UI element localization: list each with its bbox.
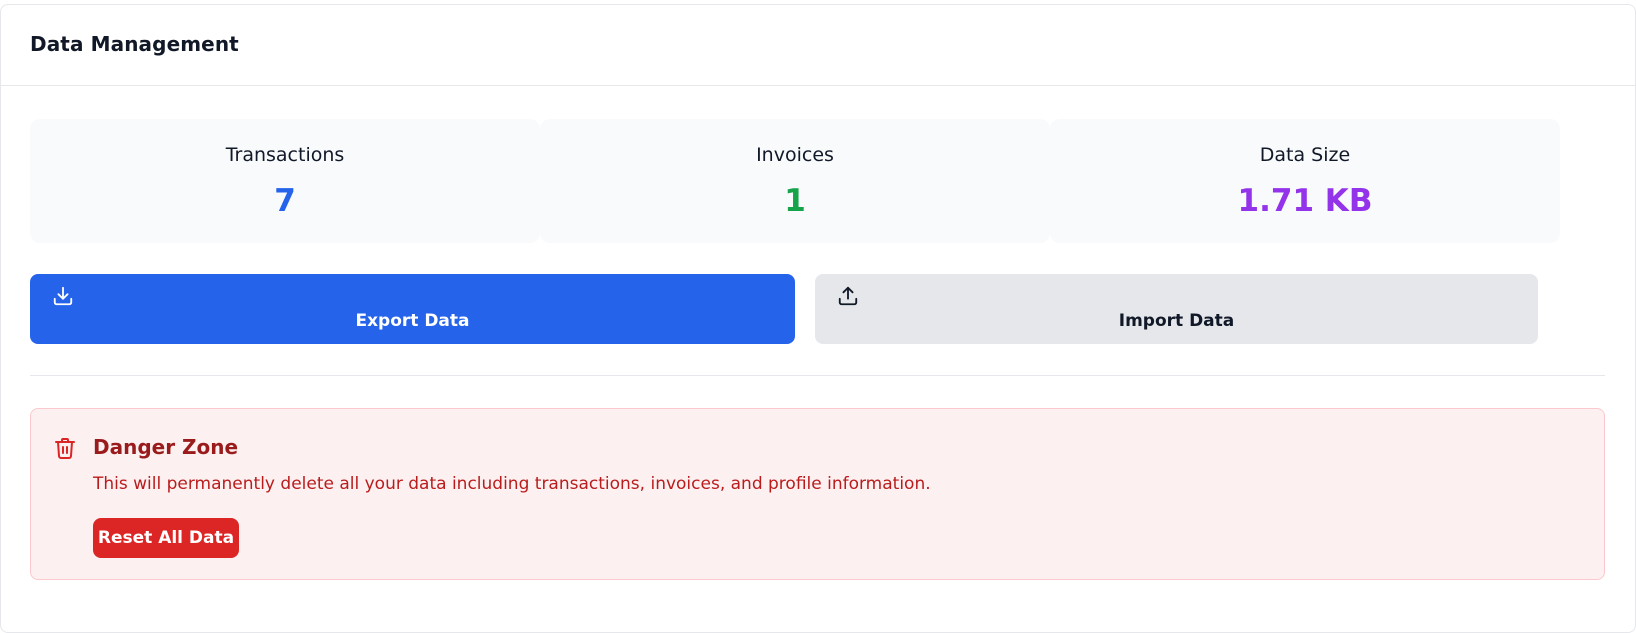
import-data-button[interactable]: Import Data: [815, 274, 1538, 344]
reset-all-data-button[interactable]: Reset All Data: [93, 518, 239, 558]
stat-label: Transactions: [225, 144, 345, 166]
page-title: Data Management: [30, 32, 239, 56]
stat-label: Invoices: [756, 144, 834, 166]
upload-icon: [838, 286, 858, 306]
export-data-label: Export Data: [355, 311, 470, 331]
danger-zone-title: Danger Zone: [93, 435, 239, 459]
danger-zone-description: This will permanently delete all your da…: [93, 474, 931, 494]
import-data-label: Import Data: [1118, 311, 1235, 331]
download-icon: [53, 286, 73, 306]
data-management-card: Data Management Transactions 7 Invoices …: [0, 4, 1636, 633]
stat-value: 1: [784, 183, 806, 219]
danger-zone: Danger Zone This will permanently delete…: [30, 408, 1605, 580]
stat-invoices: Invoices 1: [540, 119, 1050, 243]
export-data-button[interactable]: Export Data: [30, 274, 795, 344]
trash-icon: [55, 438, 75, 459]
stat-label: Data Size: [1259, 144, 1351, 166]
stat-value: 7: [274, 183, 296, 219]
card-header: Data Management: [1, 5, 1635, 86]
stat-data-size: Data Size 1.71 KB: [1050, 119, 1560, 243]
divider: [30, 375, 1605, 376]
stat-value: 1.71 KB: [1237, 183, 1373, 219]
stat-transactions: Transactions 7: [30, 119, 540, 243]
